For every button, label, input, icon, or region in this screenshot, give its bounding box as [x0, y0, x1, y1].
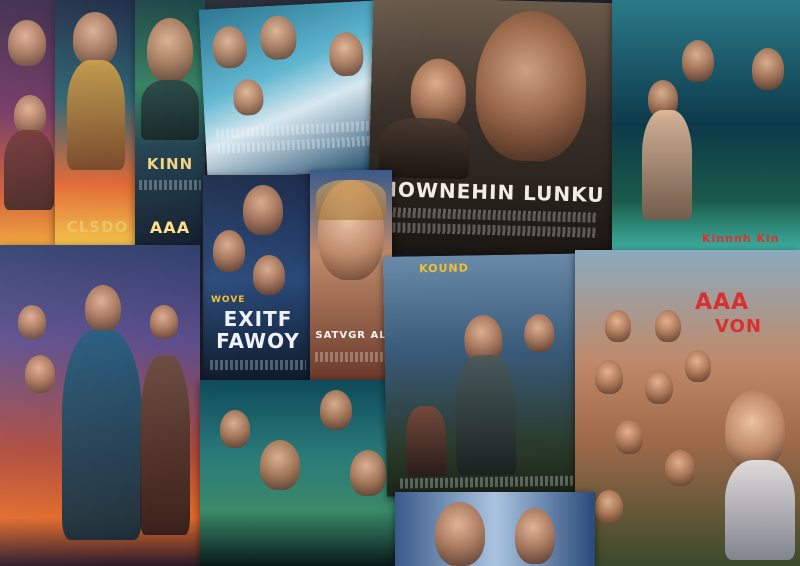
poster-ocean-adventure: Kinnnh Kin [612, 0, 800, 250]
poster-crowd-von: AAA VON [575, 250, 800, 566]
poster-title: Kinnnh Kin [702, 232, 780, 245]
poster-kinn: KINN AAA [135, 0, 205, 245]
poster-exitf-fawoy: WOVE EXITF FAWOY [203, 175, 313, 385]
poster-superhero-team [0, 245, 200, 566]
poster-title: AAA [695, 290, 750, 315]
poster-title: CLSDO [66, 218, 129, 236]
poster-tagline: WOVE [211, 295, 246, 305]
poster-title: SATVGR AL [315, 330, 387, 341]
poster-mownehin-lunku: MOWNEHIN LUNKU [366, 0, 619, 259]
poster-title: EXITF FAWOY [216, 307, 300, 353]
poster-subtitle: VON [715, 316, 762, 337]
poster-subtitle: AAA [149, 218, 191, 237]
poster-kound: KOUND [382, 253, 603, 497]
poster-heroes-top-left [0, 0, 60, 245]
poster-satvgr-al: SATVGR AL [310, 170, 392, 380]
poster-bottom-action [395, 492, 595, 566]
poster-clsdo: CLSDO [55, 0, 140, 245]
movie-poster-collage: CLSDO KINN AAA MOWNEHIN LUNKU Kinnnh Kin… [0, 0, 800, 566]
poster-teal-fantasy [198, 0, 383, 180]
poster-fantasy-creatures [200, 380, 395, 566]
poster-title: KINN [146, 155, 194, 173]
